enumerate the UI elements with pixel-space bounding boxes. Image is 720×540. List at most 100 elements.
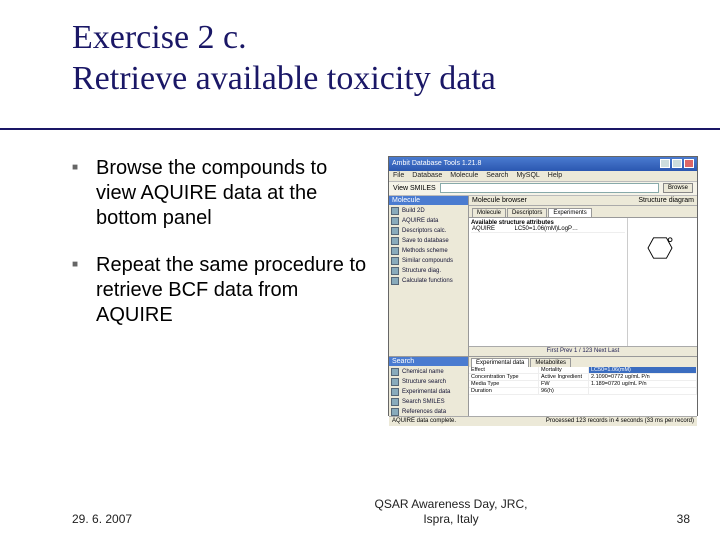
menu-item[interactable]: Search (486, 172, 508, 179)
menu-item[interactable]: File (393, 172, 404, 179)
sidebar-item[interactable]: Chemical name (391, 368, 466, 376)
sidebar-item[interactable]: Calculate functions (391, 277, 466, 285)
browse-label: Browse (668, 185, 688, 191)
titlebar[interactable]: Ambit Database Tools 1.21.8 (389, 157, 697, 171)
record-nav[interactable]: First Prev 1 / 123 Next Last (469, 346, 697, 356)
main-head: Molecule browser Structure diagram (469, 196, 697, 206)
experimental-panel: Experimental data Metabolites Effect Mor… (469, 357, 697, 416)
cell: Concentration Type (469, 374, 539, 380)
tool-icon (391, 267, 399, 275)
footer-mid-line1: QSAR Awareness Day, JRC, (375, 497, 528, 511)
tool-icon (391, 257, 399, 265)
menu-item[interactable]: Database (412, 172, 442, 179)
sidebar-item[interactable]: Save to database (391, 237, 466, 245)
sidebar-item[interactable]: Similar compounds (391, 257, 466, 265)
sidebar-item[interactable]: Build 2D (391, 207, 466, 215)
exp-tab-bar: Experimental data Metabolites (469, 357, 697, 367)
tool-icon (391, 237, 399, 245)
cell: Duration (469, 388, 539, 394)
sidebar-item[interactable]: Methods scheme (391, 247, 466, 255)
bullet-text: Browse the compounds to view AQUIRE data… (96, 156, 372, 231)
attributes-panel: Available structure attributes AQUIRE LC… (469, 218, 627, 346)
minimize-icon[interactable] (660, 159, 670, 168)
cell: Media Type (469, 381, 539, 387)
slide: Exercise 2 c. Retrieve available toxicit… (0, 0, 720, 540)
tab-experiments[interactable]: Experiments (548, 208, 591, 217)
status-right: Processed 123 records in 4 seconds (33 m… (546, 418, 694, 424)
maximize-icon[interactable] (672, 159, 682, 168)
tab-molecule[interactable]: Molecule (472, 208, 506, 217)
window-buttons (660, 159, 694, 168)
sidebar-item-label: Build 2D (402, 208, 425, 214)
menu-item[interactable]: Help (548, 172, 562, 179)
footer-mid-line2: Ispra, Italy (423, 512, 478, 526)
bullet-icon: ■ (72, 253, 84, 328)
cell: Mortality (539, 367, 589, 373)
tool-icon (391, 217, 399, 225)
sidebar-item-label: References data (402, 409, 446, 415)
sidebar-item[interactable]: Experimental data (391, 388, 466, 396)
toolbar-label: View SMILES (393, 185, 436, 192)
sidebar-item-label: Search SMILES (402, 399, 445, 405)
title-underline (0, 128, 720, 130)
attr-table: AQUIRE LC50=1.06(mM)LogP… (471, 226, 625, 233)
sidebar-item-label: Save to database (402, 238, 449, 244)
sidebar-item[interactable]: Descriptors calc. (391, 227, 466, 235)
status-left: AQUIRE data complete. (392, 418, 456, 424)
menu-item[interactable]: MySQL (516, 172, 539, 179)
cell: 2.1090=0772 ug/mL P/n (589, 374, 697, 380)
toolbar: View SMILES Browse (389, 182, 697, 196)
sidebar-item-label: Structure search (402, 379, 446, 385)
tool-icon (391, 277, 399, 285)
sidebar-item[interactable]: References data (391, 408, 466, 416)
bullet-icon: ■ (72, 156, 84, 231)
sidebar-item-label: Methods scheme (402, 248, 448, 254)
tab-experimental[interactable]: Experimental data (471, 358, 529, 367)
bullet-item: ■ Repeat the same procedure to retrieve … (72, 253, 372, 328)
cell-highlight: LC50=1.06(mM) (589, 367, 697, 373)
smiles-input[interactable] (440, 183, 659, 193)
tab-metabolites[interactable]: Metabolites (530, 358, 571, 367)
title-line-1: Exercise 2 c. (72, 19, 247, 56)
cell: 1.189=0720 ug/mL P/n (589, 381, 697, 387)
close-icon[interactable] (684, 159, 694, 168)
sidebar-item-label: Experimental data (402, 389, 450, 395)
browse-button[interactable]: Browse (663, 183, 693, 193)
cell: Active Ingredient (539, 374, 589, 380)
nav-text: First Prev 1 / 123 Next Last (547, 348, 620, 354)
slide-title: Exercise 2 c. Retrieve available toxicit… (72, 18, 682, 100)
tool-icon (391, 247, 399, 255)
table-row: Media Type FW 1.189=0720 ug/mL P/n (469, 381, 697, 388)
tab-descriptors[interactable]: Descriptors (507, 208, 547, 217)
footer-mid: QSAR Awareness Day, JRC, Ispra, Italy (252, 497, 650, 526)
sidebar-item[interactable]: AQUIRE data (391, 217, 466, 225)
sidebar-item-label: AQUIRE data (402, 218, 438, 224)
attr-val: LC50=1.06(mM)LogP… (514, 226, 625, 233)
main-content: Available structure attributes AQUIRE LC… (469, 217, 697, 346)
table-row: Duration 96(h) (469, 388, 697, 395)
sidebar-search: Search Chemical name Structure search Ex… (389, 357, 469, 416)
app-body: Molecule Build 2D AQUIRE data Descriptor… (389, 196, 697, 356)
slide-footer: 29. 6. 2007 QSAR Awareness Day, JRC, Isp… (72, 497, 690, 526)
slide-number: 38 (650, 512, 690, 526)
screenshot-column: Ambit Database Tools 1.21.8 File Databas… (388, 156, 698, 416)
main-head-label: Molecule browser (472, 197, 527, 204)
table-row: Effect Mortality LC50=1.06(mM) (469, 367, 697, 374)
sidebar-item[interactable]: Structure search (391, 378, 466, 386)
bullet-column: ■ Browse the compounds to view AQUIRE da… (72, 156, 372, 416)
tool-icon (391, 368, 399, 376)
menu-item[interactable]: Molecule (450, 172, 478, 179)
window-title: Ambit Database Tools 1.21.8 (392, 160, 481, 167)
sidebar-item-label: Similar compounds (402, 258, 453, 264)
app-window: Ambit Database Tools 1.21.8 File Databas… (388, 156, 698, 416)
cell (589, 388, 697, 394)
cell: 96(h) (539, 388, 589, 394)
structure-diagram (627, 218, 697, 346)
sidebar-item-label: Calculate functions (402, 278, 453, 284)
table-row: Concentration Type Active Ingredient 2.1… (469, 374, 697, 381)
bullet-item: ■ Browse the compounds to view AQUIRE da… (72, 156, 372, 231)
sidebar-item[interactable]: Search SMILES (391, 398, 466, 406)
sidebar-item-label: Descriptors calc. (402, 228, 446, 234)
sidebar-item[interactable]: Structure diag. (391, 267, 466, 275)
tool-icon (391, 378, 399, 386)
